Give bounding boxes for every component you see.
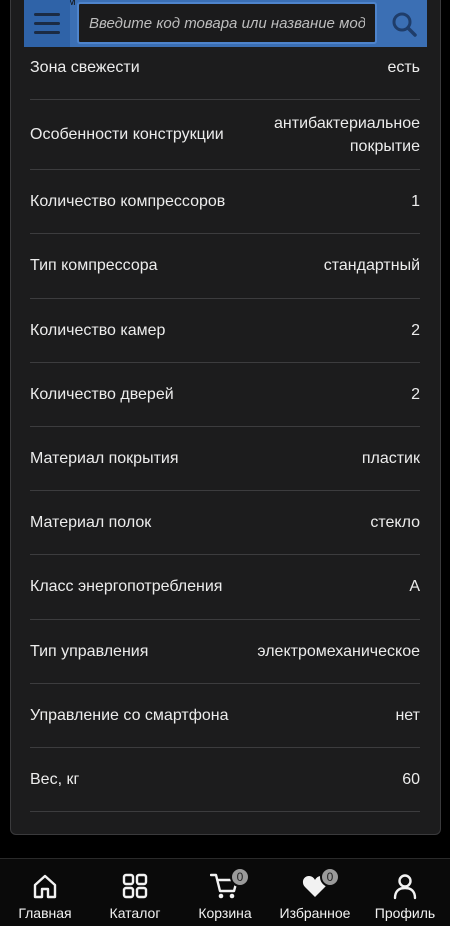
spec-row: Количество камер 2 [30,299,420,363]
spec-row: Количество компрессоров 1 [30,170,420,235]
spec-row: Тип компрессора стандартный [30,234,420,299]
nav-profile-label: Профиль [374,905,436,921]
spec-value: электромеханическое [257,642,420,660]
nav-favorites-label: Избранное [279,905,351,921]
spec-value: 60 [402,770,420,788]
spec-row: Класс энергопотребления A [30,555,420,620]
spec-row: Вес, кг 60 [30,748,420,813]
spec-value: антибактериальное покрытие [274,114,420,155]
home-icon [33,874,57,899]
nav-favorites[interactable]: 0 Избранное [273,867,358,921]
spec-label: Количество дверей [30,385,174,403]
menu-icon-line [34,31,60,34]
spec-label: Управление со смартфона [30,706,229,724]
menu-icon-line [34,13,60,16]
spec-row: Особенности конструкции антибактериальное… [30,100,420,171]
spec-label: Вес, кг [30,770,80,788]
cart-count-badge: 0 [230,867,250,887]
spec-value: пластик [361,450,420,468]
menu-icon-line [34,22,60,25]
spec-label: Тип компрессора [30,257,158,275]
spec-row: Материал полок стекло [30,491,420,556]
spec-label: Количество компрессоров [30,193,226,211]
spec-label: Класс энергопотребления [30,578,223,596]
search-button[interactable] [380,0,427,47]
spec-value: есть [387,59,420,77]
spec-row: Материал покрытия пластик [30,427,420,492]
spec-row: Тип управления электромеханическое [30,620,420,684]
nav-home[interactable]: Главная [3,871,88,921]
bottom-navigation: Главная Каталог 0 Корзина 0 Избранное Пр… [0,858,450,926]
spec-label: Материал покрытия [30,450,179,468]
specs-list: Зона свежести есть Особенности конструкции… [30,36,420,813]
spec-row: Количество дверей 2 [30,363,420,427]
spec-value: стекло [370,514,420,532]
nav-catalog-label: Каталог [109,905,161,921]
spec-value: 2 [411,321,420,339]
spec-value: 2 [411,385,420,403]
spec-label: Зона свежести [30,59,140,77]
spec-label: Особенности конструкции [30,126,224,144]
nav-profile[interactable]: Профиль [363,871,448,921]
grid-icon [122,873,148,899]
nav-cart[interactable]: 0 Корзина [183,867,268,921]
spec-label: Количество камер [30,321,166,339]
favorites-count-badge: 0 [320,867,340,887]
spec-value: нет [395,706,420,724]
spec-label: Тип управления [30,642,149,660]
spec-value: A [409,578,420,596]
search-icon [392,12,417,37]
search-input[interactable] [77,2,377,44]
menu-button[interactable] [24,0,70,47]
spec-row: Управление со смартфона нет [30,684,420,748]
spec-label: Материал полок [30,514,152,532]
spec-value: 1 [411,193,420,211]
spec-value: стандартный [323,257,420,275]
nav-cart-label: Корзина [198,905,252,921]
nav-home-label: Главная [18,905,72,921]
user-icon [393,874,417,900]
nav-catalog[interactable]: Каталог [93,871,178,921]
